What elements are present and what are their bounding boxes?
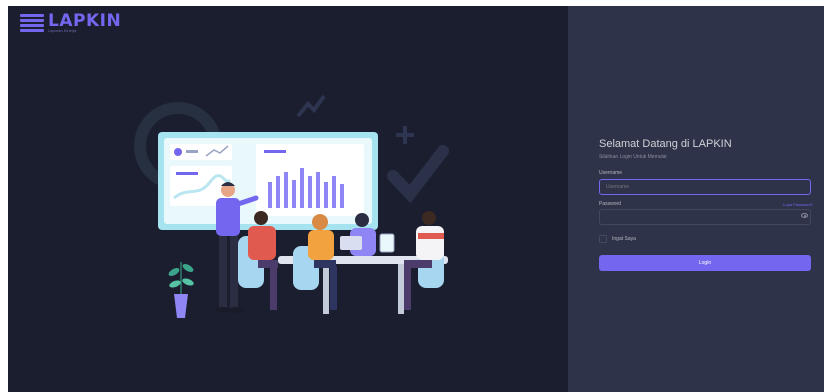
- password-row: Password Lupa Password?: [599, 201, 813, 207]
- check-icon: [387, 145, 449, 204]
- welcome-title: Selamat Datang di LAPKIN: [599, 138, 732, 150]
- eye-icon[interactable]: [801, 213, 808, 218]
- remember-me[interactable]: Ingat Saya: [599, 235, 813, 243]
- meeting-illustration: [134, 94, 449, 318]
- logo-icon: [20, 14, 44, 32]
- password-input[interactable]: [599, 209, 811, 225]
- login-form: Selamat Datang di LAPKIN Silahkan Login …: [599, 138, 813, 271]
- welcome-subtitle: Silahkan Login Untuk Memulai: [599, 154, 667, 160]
- plant-icon: [168, 262, 194, 318]
- remember-label: Ingat Saya: [612, 236, 636, 242]
- login-page: LAPKIN Laporan Kinerja Selamat Datang di…: [0, 0, 832, 392]
- password-field-wrapper: [599, 209, 813, 225]
- login-panel: Selamat Datang di LAPKIN Silahkan Login …: [568, 6, 824, 392]
- illustration-panel: LAPKIN Laporan Kinerja: [8, 6, 568, 392]
- plus-icon: [396, 126, 414, 144]
- forgot-password-link[interactable]: Lupa Password?: [783, 202, 813, 207]
- remember-checkbox[interactable]: [599, 235, 607, 243]
- password-label: Password: [599, 201, 621, 207]
- brand-tagline: Laporan Kinerja: [48, 28, 77, 33]
- username-input[interactable]: [599, 179, 811, 195]
- username-label: Username: [599, 170, 623, 176]
- login-button[interactable]: Login: [599, 255, 811, 271]
